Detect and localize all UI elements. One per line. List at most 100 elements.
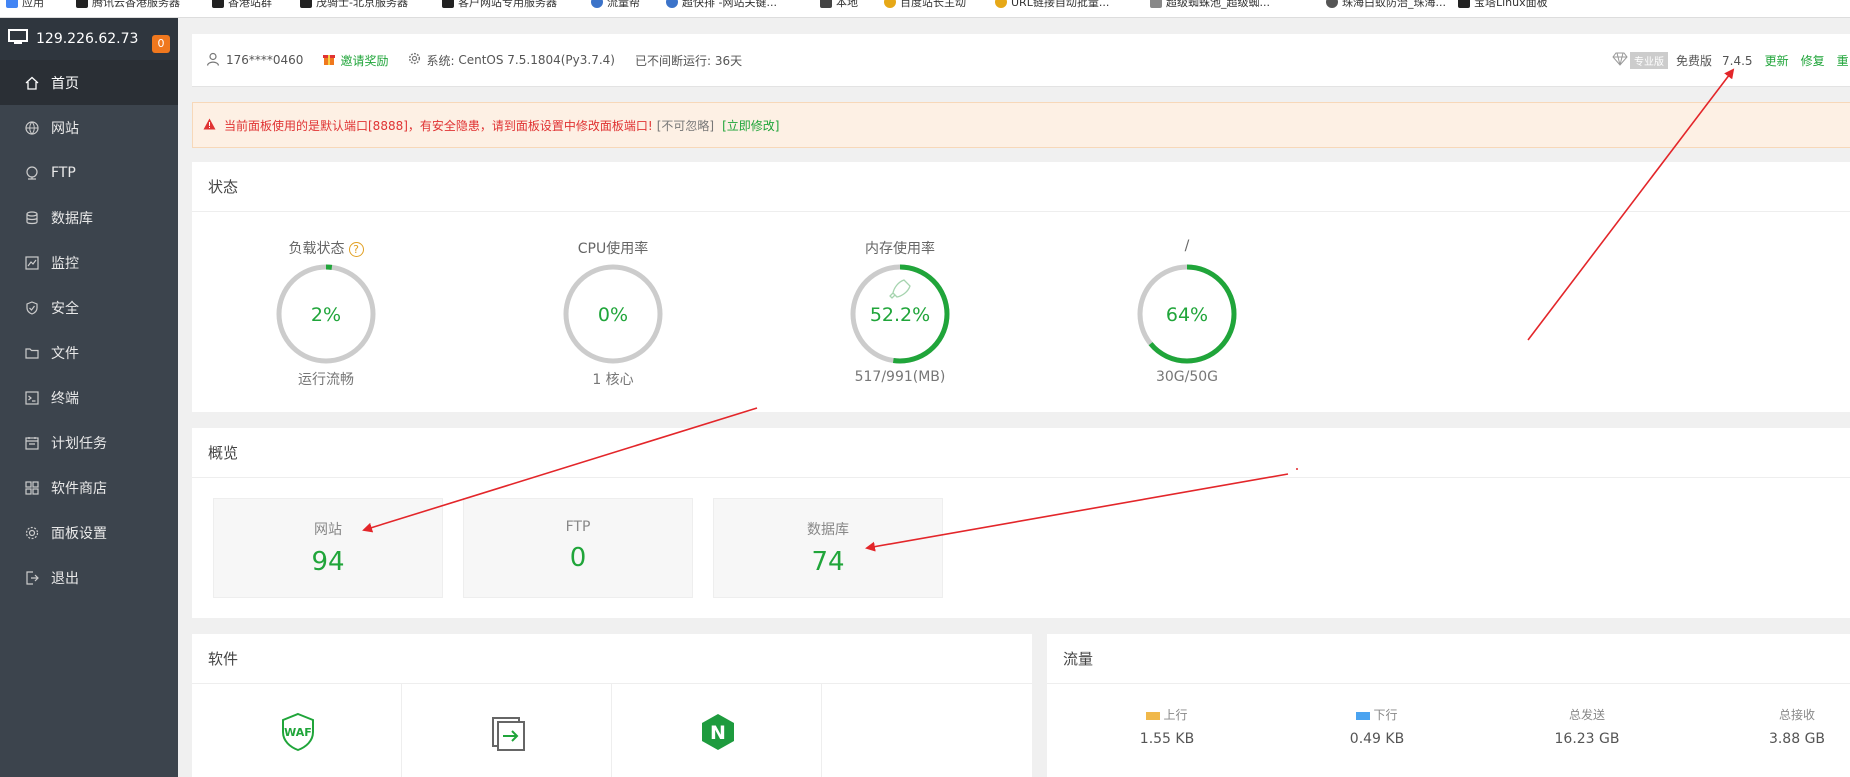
gear-icon bbox=[25, 526, 39, 540]
sidebar-item-logout[interactable]: 退出 bbox=[0, 555, 178, 600]
bookmark-item[interactable]: 腾讯云香港服务器 bbox=[76, 0, 180, 10]
waf-icon: WAF bbox=[280, 712, 316, 756]
bookmark-item[interactable]: 客户网站专用服务器 bbox=[442, 0, 557, 10]
memory-ring: 52.2% bbox=[850, 264, 950, 364]
bookmark-apps[interactable]: 应用 bbox=[6, 0, 44, 10]
bt-icon bbox=[300, 0, 312, 8]
bookmark-item[interactable]: 宝塔Linux面板 bbox=[1458, 0, 1548, 10]
bookmark-item[interactable]: 香港站群 bbox=[212, 0, 272, 10]
memory-label: 内存使用率 bbox=[865, 241, 935, 257]
ftp-icon bbox=[25, 165, 39, 180]
apps-icon bbox=[25, 480, 39, 495]
overview-databases[interactable]: 数据库 74 bbox=[713, 498, 943, 598]
cpu-gauge[interactable]: CPU使用率 0% 1 核心 bbox=[538, 238, 688, 389]
alert-ignore-label: [不可忽略] bbox=[656, 118, 715, 133]
svg-text:WAF: WAF bbox=[284, 726, 312, 739]
version-number: 7.4.5 bbox=[1722, 53, 1753, 68]
overview-databases-label: 数据库 bbox=[807, 522, 849, 538]
sidebar-item-ftp[interactable]: FTP bbox=[0, 150, 178, 195]
sidebar-item-files[interactable]: 文件 bbox=[0, 330, 178, 375]
apps-grid-icon bbox=[6, 0, 18, 8]
paw-icon bbox=[884, 0, 896, 8]
total-sent-value: 16.23 GB bbox=[1554, 731, 1620, 747]
help-icon[interactable]: ? bbox=[348, 242, 364, 257]
overview-ftp[interactable]: FTP 0 bbox=[463, 498, 693, 598]
site-icon bbox=[666, 0, 678, 8]
bookmark-item[interactable]: 超快排 -网站关键... bbox=[666, 0, 777, 10]
cpu-value: 0% bbox=[598, 304, 628, 326]
repair-button[interactable]: 修复 bbox=[1801, 52, 1825, 69]
invite-reward-link[interactable]: 邀请奖励 bbox=[323, 52, 388, 69]
database-icon bbox=[25, 210, 39, 225]
disk-usage: 30G/50G bbox=[1155, 369, 1219, 385]
bookmark-item[interactable]: 百度站长主动 bbox=[884, 0, 966, 10]
status-title: 状态 bbox=[192, 162, 1850, 212]
bt-icon bbox=[76, 0, 88, 8]
sidebar-item-cron[interactable]: 计划任务 bbox=[0, 420, 178, 465]
restart-button[interactable]: 重 bbox=[1837, 52, 1849, 69]
site-icon bbox=[1150, 0, 1162, 8]
software-item-waf[interactable]: WAF bbox=[192, 684, 402, 777]
cpu-cores: 1 核心 bbox=[592, 372, 634, 388]
message-badge[interactable]: 0 bbox=[152, 35, 170, 53]
sidebar-item-website[interactable]: 网站 bbox=[0, 105, 178, 150]
bookmark-item[interactable]: 超级蜘蛛池_超级蜘... bbox=[1150, 0, 1270, 10]
download-legend-swatch bbox=[1356, 711, 1371, 720]
site-icon bbox=[1326, 0, 1338, 8]
free-edition-label: 免费版 bbox=[1676, 54, 1713, 68]
disk-value: 64% bbox=[1166, 304, 1208, 326]
bookmark-item[interactable]: URL链接自动批量... bbox=[995, 0, 1109, 10]
traffic-panel: 流量 上行 1.55 KB 下行 0.49 KB 总发送 16.23 GB 总接… bbox=[1047, 634, 1850, 777]
user-info[interactable]: 176****0460 bbox=[206, 52, 303, 69]
nginx-icon: N bbox=[700, 712, 736, 756]
site-icon bbox=[591, 0, 603, 8]
logout-icon bbox=[25, 570, 39, 585]
pro-edition-tag[interactable]: 专业版 bbox=[1630, 52, 1668, 69]
sidebar-item-database[interactable]: 数据库 bbox=[0, 195, 178, 240]
sidebar-item-home[interactable]: 首页 bbox=[0, 60, 178, 105]
version-controls: 专业版 免费版 7.4.5 更新 修复 重 bbox=[1612, 34, 1849, 87]
traffic-upload: 上行 1.55 KB bbox=[1107, 706, 1227, 747]
rocket-icon[interactable] bbox=[889, 279, 911, 299]
cpu-ring: 0% bbox=[563, 264, 663, 364]
bookmark-item[interactable]: 本地 bbox=[820, 0, 858, 10]
load-status: 运行流畅 bbox=[298, 372, 354, 388]
traffic-total-sent: 总发送 16.23 GB bbox=[1527, 706, 1647, 747]
disk-gauge[interactable]: / 64% 30G/50G bbox=[1112, 238, 1262, 385]
bookmarks-bar: 应用 腾讯云香港服务器 香港站群 茂骑士-北京服务器 客户网站专用服务器 流量帮… bbox=[0, 0, 1850, 18]
memory-usage: 517/991(MB) bbox=[854, 369, 946, 385]
cpu-label: CPU使用率 bbox=[577, 241, 649, 257]
file-transfer-icon bbox=[490, 712, 526, 756]
sidebar-item-panel-settings[interactable]: 面板设置 bbox=[0, 510, 178, 555]
update-button[interactable]: 更新 bbox=[1765, 52, 1789, 69]
overview-websites[interactable]: 网站 94 bbox=[213, 498, 443, 598]
terminal-icon bbox=[25, 390, 39, 405]
fix-now-link[interactable]: [立即修改] bbox=[722, 117, 779, 134]
software-item-empty bbox=[822, 684, 1032, 777]
folder-icon bbox=[25, 346, 39, 360]
load-gauge[interactable]: 负载状态? 2% 运行流畅 bbox=[251, 238, 401, 389]
bookmark-item[interactable]: 流量帮 bbox=[591, 0, 640, 10]
bookmark-item[interactable]: 珠海白蚁防治_珠海... bbox=[1326, 0, 1446, 10]
monitor-chart-icon bbox=[25, 255, 39, 270]
sidebar-item-terminal[interactable]: 终端 bbox=[0, 375, 178, 420]
disk-label: / bbox=[1184, 238, 1190, 254]
security-alert: 当前面板使用的是默认端口[8888]，有安全隐患，请到面板设置中修改面板端口! … bbox=[192, 102, 1850, 148]
folder-icon bbox=[820, 0, 832, 8]
total-received-label: 总接收 bbox=[1778, 708, 1815, 722]
sidebar-item-security[interactable]: 安全 bbox=[0, 285, 178, 330]
sidebar-item-software-store[interactable]: 软件商店 bbox=[0, 465, 178, 510]
shield-icon bbox=[25, 300, 39, 315]
traffic-total-received: 总接收 3.88 GB bbox=[1737, 706, 1850, 747]
server-ip: 129.226.62.73 bbox=[36, 31, 139, 47]
software-item-file-sync[interactable] bbox=[402, 684, 612, 777]
memory-gauge[interactable]: 内存使用率 52.2% 517/991(MB) bbox=[825, 238, 975, 385]
upload-label: 上行 bbox=[1163, 708, 1188, 722]
load-value: 2% bbox=[311, 304, 341, 326]
overview-panel: 概览 网站 94 FTP 0 数据库 74 bbox=[192, 428, 1850, 618]
upload-value: 1.55 KB bbox=[1139, 731, 1195, 747]
bookmark-item[interactable]: 茂骑士-北京服务器 bbox=[300, 0, 408, 10]
sidebar-item-monitor[interactable]: 监控 bbox=[0, 240, 178, 285]
gear-icon bbox=[408, 52, 421, 68]
software-item-nginx[interactable]: N bbox=[612, 684, 822, 777]
